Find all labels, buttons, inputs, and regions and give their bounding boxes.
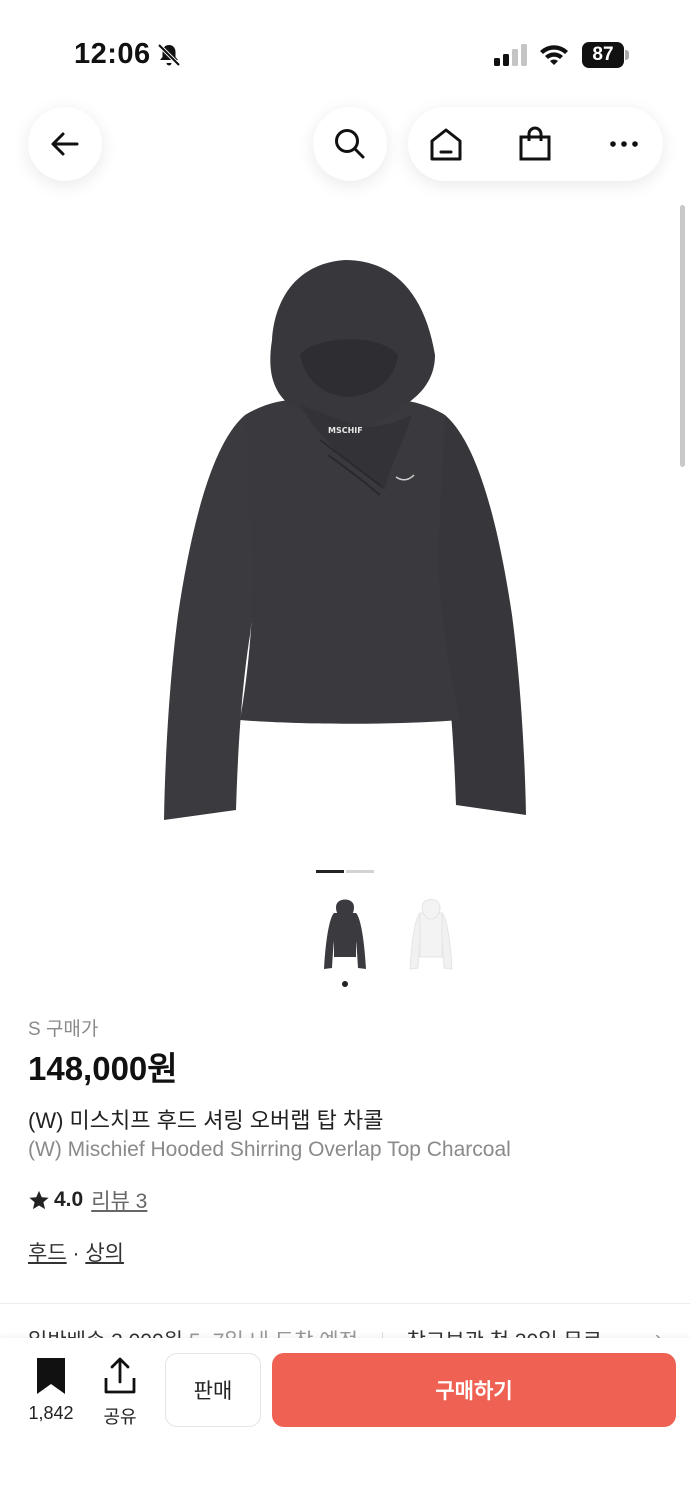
category-breadcrumb: 후드 · 상의 <box>28 1237 124 1267</box>
home-button[interactable] <box>426 124 466 164</box>
review-link[interactable]: 리뷰 3 <box>91 1185 147 1215</box>
search-button[interactable] <box>313 107 387 181</box>
shopping-bag-icon <box>519 126 551 161</box>
image-pagination <box>316 870 376 874</box>
status-bar: 12:06 87 <box>0 0 690 100</box>
bottom-action-bar: 1,842 공유 판매 구매하기 <box>0 1338 690 1500</box>
status-time: 12:06 <box>74 38 151 70</box>
category-separator: · <box>66 1242 86 1265</box>
svg-text:MSCHIF: MSCHIF <box>328 426 363 435</box>
nav-action-group <box>408 107 663 181</box>
bookmark-button[interactable]: 1,842 <box>22 1356 80 1424</box>
cart-button[interactable] <box>515 124 555 164</box>
wifi-icon <box>540 45 568 65</box>
thumbnail-charcoal[interactable] <box>316 895 374 975</box>
size-price-label: S 구매가 <box>28 1019 99 1040</box>
more-dots-icon <box>610 141 638 147</box>
bookmark-count: 1,842 <box>28 1403 74 1423</box>
back-arrow-icon <box>51 132 79 156</box>
signal-icon <box>494 44 527 66</box>
pagination-dot-active <box>316 870 344 873</box>
product-title-korean: (W) 미스치프 후드 셔링 오버랩 탑 차콜 <box>28 1108 384 1133</box>
buy-button[interactable]: 구매하기 <box>272 1353 676 1427</box>
bookmark-icon <box>37 1358 65 1394</box>
battery-level: 87 <box>582 42 624 68</box>
more-button[interactable] <box>604 124 644 164</box>
bell-muted-icon <box>157 43 181 67</box>
product-rating: 4.0 리뷰 3 <box>28 1185 147 1215</box>
product-price: 148,000원 <box>28 1050 178 1087</box>
thumbnail-selected-indicator <box>342 981 348 987</box>
share-icon <box>104 1357 136 1394</box>
product-title-english: (W) Mischief Hooded Shirring Overlap Top… <box>28 1138 511 1161</box>
category-link-hood[interactable]: 후드 <box>28 1242 67 1265</box>
share-button[interactable]: 공유 <box>96 1356 144 1429</box>
rating-score: 4.0 <box>54 1188 84 1211</box>
search-icon <box>335 129 365 159</box>
thumbnail-white[interactable] <box>402 895 460 975</box>
battery-icon: 87 <box>582 42 630 68</box>
scroll-indicator[interactable] <box>680 205 685 467</box>
star-icon <box>29 1190 49 1210</box>
section-divider <box>0 1303 690 1304</box>
home-icon <box>430 128 462 161</box>
pagination-dot <box>346 870 374 873</box>
category-link-top[interactable]: 상의 <box>85 1242 124 1265</box>
back-button[interactable] <box>28 107 102 181</box>
product-image[interactable]: MSCHIF <box>150 255 540 830</box>
share-label: 공유 <box>103 1407 137 1427</box>
sell-button[interactable]: 판매 <box>165 1353 261 1427</box>
